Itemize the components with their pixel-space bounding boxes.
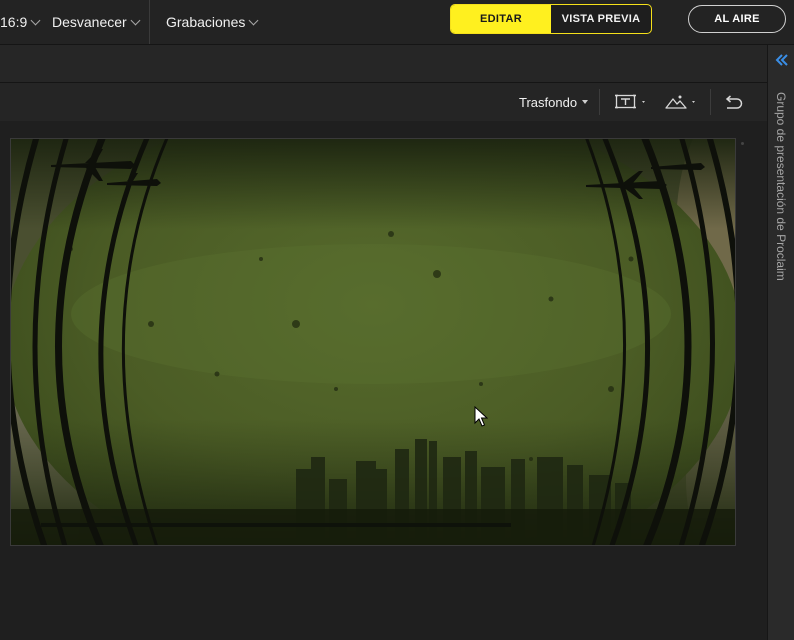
recordings-label: Grabaciones: [166, 14, 246, 30]
double-chevron-left-icon: [775, 54, 788, 66]
edit-mode-button[interactable]: EDITAR: [451, 5, 551, 33]
chevron-down-icon: [30, 15, 41, 26]
scrollbar-indicator[interactable]: [741, 142, 744, 145]
mode-toggle: EDITAR VISTA PREVIA: [450, 4, 652, 34]
aspect-ratio-dropdown[interactable]: 16:9: [0, 0, 41, 44]
caret-down-icon: [582, 100, 589, 104]
transition-dropdown[interactable]: Desvanecer: [52, 0, 141, 44]
grunge-city-background: [11, 139, 735, 545]
undo-icon: [725, 95, 743, 109]
divider: [599, 89, 600, 115]
undo-button[interactable]: [724, 83, 744, 121]
recordings-dropdown[interactable]: Grabaciones: [166, 0, 259, 44]
text-box-icon: [615, 94, 645, 109]
aspect-ratio-label: 16:9: [0, 14, 28, 30]
collapse-panel-button[interactable]: [768, 53, 794, 73]
divider: [149, 0, 150, 44]
add-text-button[interactable]: [614, 83, 650, 121]
go-live-button[interactable]: AL AIRE: [688, 5, 786, 33]
top-bar: 16:9 Desvanecer Grabaciones EDITAR VISTA…: [0, 0, 794, 45]
slide-tabs-bar: [0, 45, 767, 83]
divider: [710, 89, 711, 115]
slide-canvas[interactable]: [10, 138, 736, 546]
slide-toolbar: [0, 83, 767, 121]
chevron-down-icon: [130, 15, 141, 26]
preview-mode-button[interactable]: VISTA PREVIA: [551, 5, 651, 33]
transition-label: Desvanecer: [52, 14, 127, 30]
chevron-down-icon: [248, 15, 259, 26]
panel-title: Grupo de presentación de Proclaim: [774, 92, 788, 281]
background-menu[interactable]: Trasfondo: [519, 83, 589, 121]
add-image-button[interactable]: [665, 83, 701, 121]
background-menu-label: Trasfondo: [519, 94, 578, 110]
image-mountain-icon: [665, 95, 695, 109]
presentation-group-panel: Grupo de presentación de Proclaim: [767, 45, 794, 640]
